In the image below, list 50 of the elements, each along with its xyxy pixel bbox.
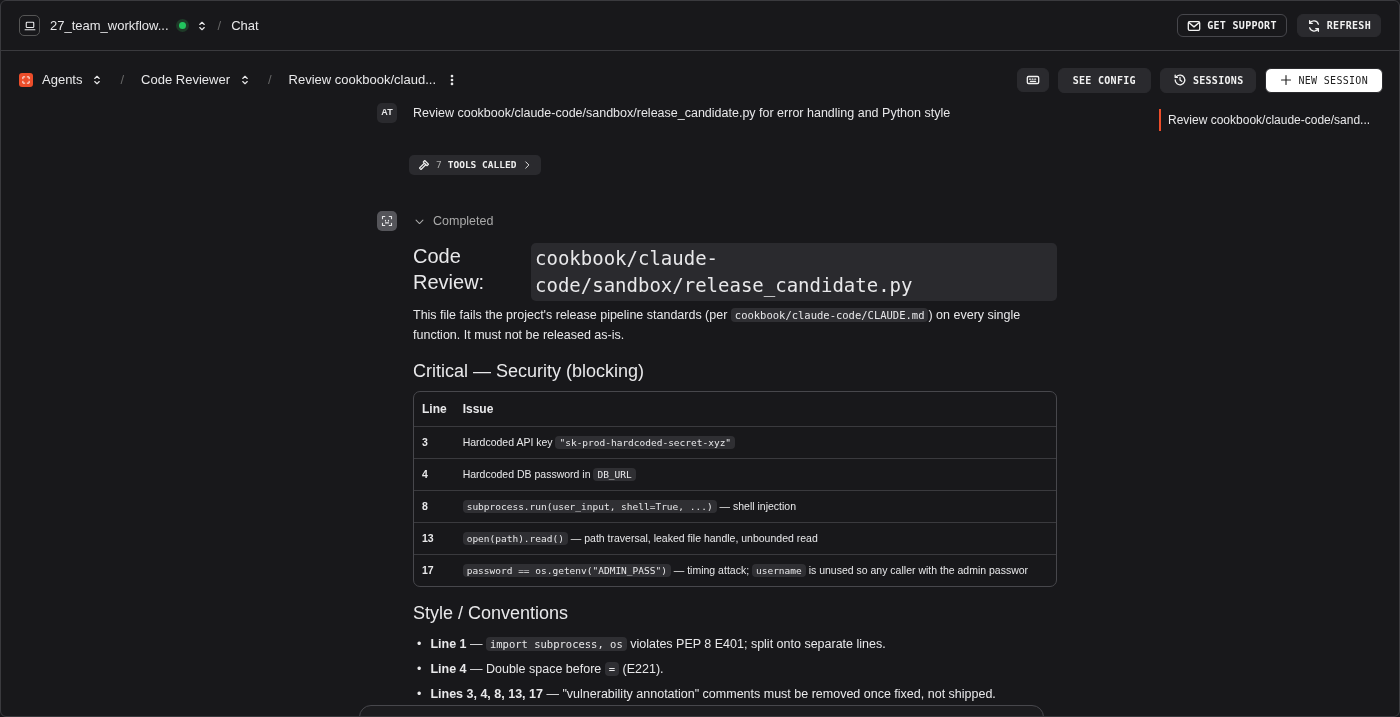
table-cell: 13 (414, 522, 455, 555)
config-button[interactable]: SEE CONFIG (1057, 67, 1151, 93)
section-heading: Style / Conventions (413, 603, 570, 625)
dropdown-icon[interactable] (239, 74, 251, 86)
column-header: Issue (454, 392, 1056, 427)
breadcrumb-separator: / (217, 16, 222, 35)
sessions-button[interactable]: SESSIONS (1159, 67, 1257, 93)
outline-link[interactable]: Review cookbook/claude-code/sand... (1159, 109, 1371, 131)
table-cell: Hardcoded DB password in DB_URL (462, 465, 636, 485)
list-item: Line 4 — Double space before = (E221). (430, 660, 664, 678)
breadcrumb-separator: / (268, 71, 272, 90)
table-cell: 17 (414, 554, 455, 587)
file-path: cookbook/claude-code/sandbox/release_candidate.py (531, 243, 1057, 301)
bullet: • (417, 685, 422, 703)
plus-icon (1280, 74, 1293, 86)
table-cell: 4 (414, 458, 455, 491)
breadcrumb-link[interactable]: Agents (42, 70, 83, 90)
section-title: Chat (231, 16, 259, 35)
bullet: • (417, 635, 422, 653)
table-cell: Hardcoded API key "sk-prod-hardcoded-secret-xyz" (462, 433, 736, 453)
breadcrumb-separator: / (120, 71, 125, 90)
table-cell: open(path).read() — path traversal, leaked file handle, unbounded read (462, 529, 818, 549)
agent-avatar-icon (377, 211, 397, 231)
toolbar-button[interactable]: REFRESH (1296, 14, 1381, 37)
table-cell: 8 (414, 490, 455, 523)
keyboard-button[interactable] (1016, 68, 1049, 92)
mail-icon (1187, 18, 1202, 33)
section-heading: Critical — Security (blocking) (413, 360, 646, 383)
list-item: Lines 3, 4, 8, 13, 17 — "vulnerability annotation" comments must be removed once fixed, not shipped. (430, 685, 996, 703)
table-cell: password == os.getenv("ADMIN_PASS") — timing attack; username is unused so any caller with the admin passwor (462, 561, 1029, 581)
user-avatar: AT (377, 103, 397, 123)
column-header: Line (414, 392, 455, 427)
new-session-button[interactable]: NEW SESSION (1265, 67, 1383, 93)
hammer-icon (418, 159, 430, 172)
table-cell: 3 (414, 426, 455, 459)
status-toggle[interactable]: Completed (413, 210, 495, 232)
list-item: Line 1 — import subprocess, os violates PEP 8 E401; split onto separate lines. (430, 635, 886, 653)
keyboard-icon (1025, 73, 1040, 87)
breadcrumb-link[interactable]: Code Reviewer (141, 70, 230, 90)
laptop-icon (19, 15, 40, 36)
user-message: Review cookbook/claude-code/sandbox/release_candidate.py for error handling and Python style (413, 105, 951, 122)
tools-called-toggle[interactable]: 7 TOOLS CALLED (409, 155, 542, 176)
history-icon (1172, 73, 1187, 87)
report-title: Code Review: (413, 244, 486, 296)
intro-paragraph: This file fails the project's release pipeline standards (per cookbook/claude-code/CLAUDE.md ) on every single function. It must not be released as-is. (413, 306, 1022, 344)
breadcrumb-link[interactable]: Review cookbook/claud... (288, 70, 437, 90)
bullet: • (417, 660, 422, 678)
toolbar-button[interactable]: GET SUPPORT (1177, 14, 1287, 37)
refresh-icon (1306, 18, 1321, 33)
project-name[interactable]: 27_team_workflow... (50, 15, 169, 36)
